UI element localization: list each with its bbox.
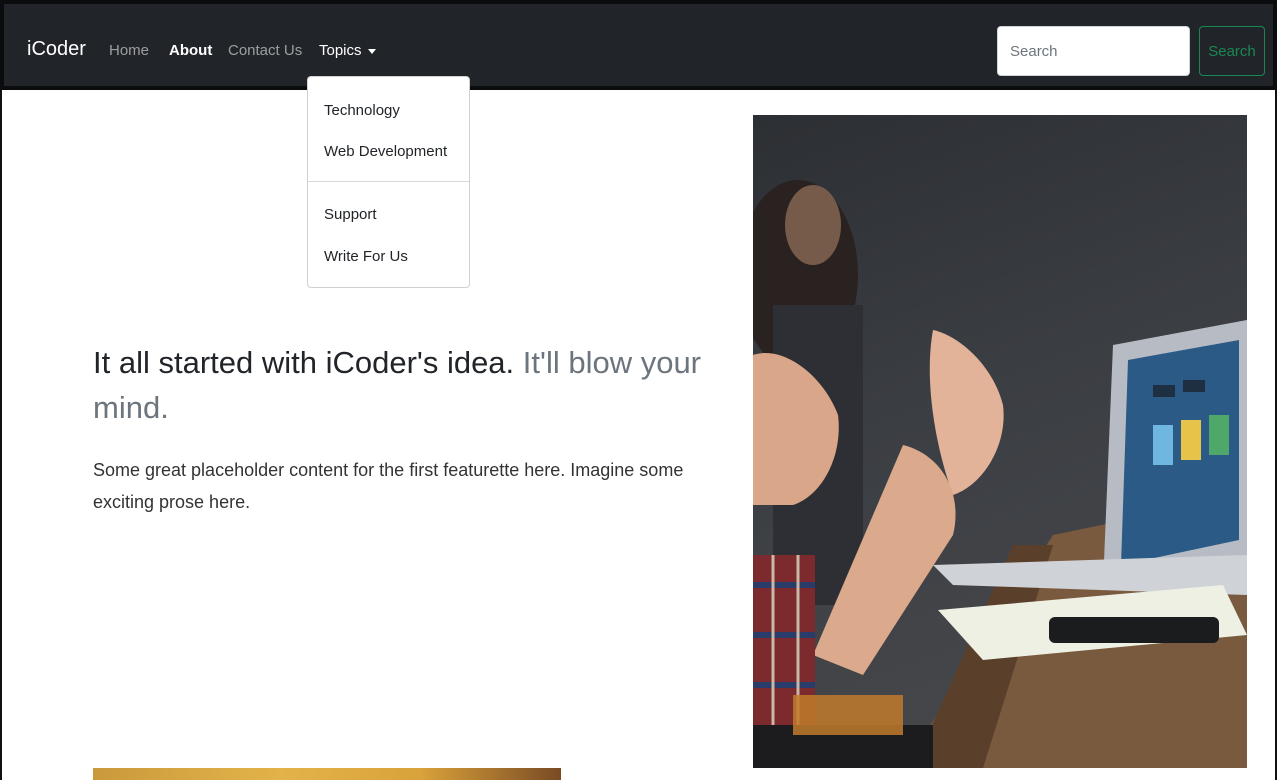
screen-block xyxy=(1153,425,1173,465)
navbar: iCoder Home About Contact Us Topics Sear… xyxy=(0,0,1277,90)
search-input[interactable] xyxy=(997,26,1190,76)
background-face-shape xyxy=(785,185,841,265)
nav-link-home[interactable]: Home xyxy=(109,42,149,59)
orange-cushion-shape xyxy=(793,695,903,735)
topics-dropdown-menu: Technology Web Development Support Write… xyxy=(307,76,470,288)
search-button[interactable]: Search xyxy=(1199,26,1265,76)
topics-label: Topics xyxy=(319,42,362,59)
screen-block xyxy=(1183,380,1205,392)
dropdown-item-support[interactable]: Support xyxy=(324,206,377,223)
second-featurette-image xyxy=(93,768,561,780)
nav-link-about[interactable]: About xyxy=(169,42,212,59)
nav-dropdown-topics[interactable]: Topics xyxy=(319,42,376,59)
dropdown-item-web-development[interactable]: Web Development xyxy=(324,143,447,160)
featurette-image xyxy=(753,115,1247,768)
dropdown-item-technology[interactable]: Technology xyxy=(324,102,400,119)
screen-block xyxy=(1181,420,1201,460)
featurette-heading: It all started with iCoder's idea. It'll… xyxy=(93,340,733,430)
brand-logo[interactable]: iCoder xyxy=(27,38,86,61)
featurette-lead: Some great placeholder content for the f… xyxy=(93,460,684,512)
dropdown-divider xyxy=(308,181,469,182)
nav-link-contact[interactable]: Contact Us xyxy=(228,42,302,59)
featurette-heading-main: It all started with iCoder's idea. xyxy=(93,345,515,380)
screen-block xyxy=(1153,385,1175,397)
screen-block xyxy=(1209,415,1229,455)
phone-shape xyxy=(1049,617,1219,643)
caret-down-icon xyxy=(367,48,376,54)
meeting-photo-illustration xyxy=(753,180,1247,768)
dropdown-item-write-for-us[interactable]: Write For Us xyxy=(324,248,408,265)
